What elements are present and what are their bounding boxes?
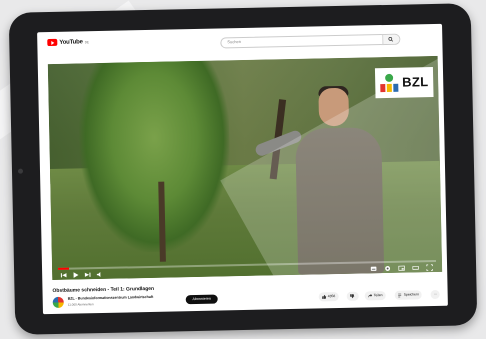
search-icon — [388, 37, 394, 42]
like-button[interactable]: 4356 — [318, 292, 339, 302]
tablet-frame: YouTube DE Suchen BZL Obstbäume schneide… — [8, 3, 478, 335]
search-button[interactable] — [382, 34, 400, 45]
search-placeholder: Suchen — [227, 39, 241, 45]
share-label: Teilen — [373, 293, 383, 298]
like-count: 4356 — [327, 294, 336, 299]
video-progress-fill — [58, 267, 70, 270]
video-apple-tree — [77, 60, 232, 254]
subscriber-count: 11.000 Abonnenten — [67, 302, 94, 307]
youtube-wordmark: YouTube — [59, 38, 83, 46]
more-actions-button[interactable]: ··· — [430, 289, 441, 300]
previous-icon[interactable] — [60, 272, 67, 279]
theater-mode-icon[interactable] — [412, 264, 419, 271]
save-playlist-icon — [398, 293, 402, 297]
share-icon — [368, 293, 373, 298]
volume-icon[interactable] — [96, 271, 103, 278]
youtube-play-icon — [47, 38, 58, 47]
youtube-logo[interactable]: YouTube DE — [47, 38, 89, 47]
channel-avatar[interactable] — [52, 296, 64, 309]
channel-name[interactable]: BZL - Bundesinformationszentrum Landwirt… — [68, 295, 154, 301]
subtitles-icon[interactable] — [370, 265, 377, 272]
youtube-region: DE — [84, 39, 89, 44]
dislike-button[interactable] — [346, 291, 359, 301]
thumbs-up-icon — [322, 294, 327, 299]
tablet-screen: YouTube DE Suchen BZL Obstbäume schneide… — [37, 23, 448, 315]
miniplayer-icon[interactable] — [398, 265, 405, 272]
bzl-watermark: BZL — [374, 67, 434, 99]
bzl-text: BZL — [402, 74, 429, 90]
tablet-camera — [17, 168, 24, 174]
share-button[interactable]: Teilen — [364, 291, 386, 301]
subscribe-button[interactable]: Abonnieren — [185, 294, 218, 305]
settings-gear-icon[interactable] — [384, 265, 391, 272]
video-title: Obstbäume schneiden - Teil 1: Grundlagen — [52, 285, 155, 295]
next-icon[interactable] — [84, 271, 91, 278]
save-button[interactable]: Speichern — [394, 290, 423, 300]
bzl-logo-icon — [380, 73, 399, 93]
search-input[interactable]: Suchen — [220, 33, 401, 49]
play-icon[interactable] — [72, 271, 79, 278]
thumbs-down-icon — [350, 293, 355, 298]
save-label: Speichern — [403, 292, 419, 297]
video-player[interactable]: BZL — [47, 55, 443, 281]
youtube-header: YouTube DE Suchen — [37, 24, 442, 54]
fullscreen-icon[interactable] — [426, 264, 433, 271]
